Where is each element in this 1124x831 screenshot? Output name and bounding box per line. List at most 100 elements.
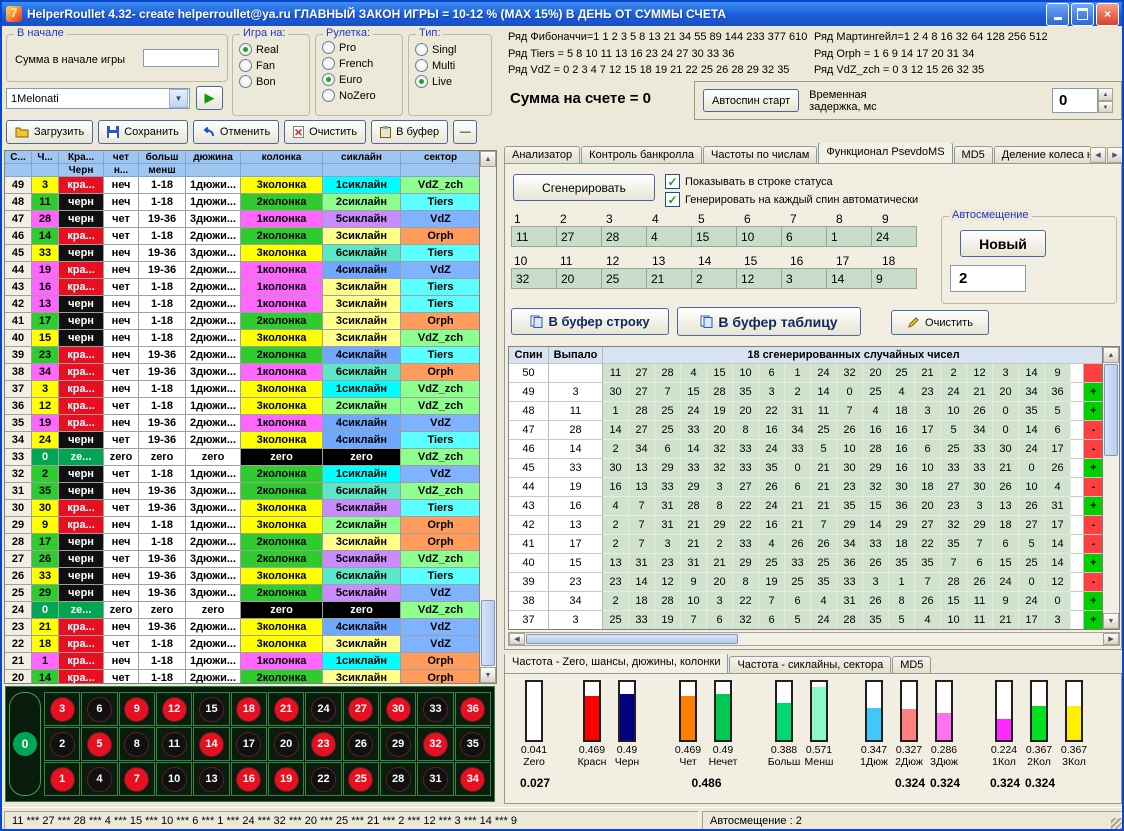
load-button[interactable]: Загрузить — [6, 120, 93, 144]
board-cell-25[interactable]: 25 — [343, 762, 379, 796]
board-cell-28[interactable]: 28 — [380, 762, 416, 796]
tab-scroll-left-icon[interactable]: ◀ — [1090, 147, 1106, 163]
board-cell-23[interactable]: 23 — [305, 727, 341, 761]
copy-to-clipboard-button[interactable]: В буфер — [371, 120, 448, 144]
chart-tab-частота-сиклайны-сектора[interactable]: Частота - сиклайны, сектора — [729, 656, 891, 673]
scroll-thumb[interactable] — [1104, 364, 1118, 456]
generate-button[interactable]: Сгенерировать — [513, 174, 655, 201]
resize-grip[interactable] — [1111, 818, 1124, 831]
board-cell-9[interactable]: 9 — [119, 692, 155, 726]
radio-pro[interactable]: Pro — [322, 41, 396, 54]
board-cell-31[interactable]: 31 — [417, 762, 453, 796]
radio-fan[interactable]: Fan — [239, 59, 303, 72]
tab-контроль-банкролла[interactable]: Контроль банкролла — [581, 146, 702, 163]
board-cell-8[interactable]: 8 — [119, 727, 155, 761]
board-cell-20[interactable]: 20 — [268, 727, 304, 761]
checkbox-generate-each-spin[interactable]: ✓ Генерировать на каждый спин автоматиче… — [665, 192, 918, 207]
board-cell-15[interactable]: 15 — [193, 692, 229, 726]
generated-table-horizontal-scrollbar[interactable]: ◀ ▶ — [508, 632, 1120, 646]
radio-bon[interactable]: Bon — [239, 75, 303, 88]
tab-частоты-по-числам[interactable]: Частоты по числам — [703, 146, 817, 163]
checkbox-show-in-status[interactable]: ✓ Показывать в строке статуса — [665, 174, 833, 189]
scroll-track[interactable] — [1103, 457, 1119, 613]
scroll-down-icon[interactable]: ▼ — [1103, 613, 1119, 629]
generated-table-vertical-scrollbar[interactable]: ▲ ▼ — [1102, 347, 1119, 629]
minimize-button[interactable] — [1046, 3, 1069, 26]
radio-live[interactable]: Live — [415, 75, 485, 88]
chart-tab-частота-zero-шансы-дюжины-колонки[interactable]: Частота - Zero, шансы, дюжины, колонки — [504, 654, 728, 673]
tab-деление-колеса-на[interactable]: Деление колеса на — [994, 146, 1090, 163]
board-cell-22[interactable]: 22 — [305, 762, 341, 796]
radio-french[interactable]: French — [322, 57, 396, 70]
save-button[interactable]: Сохранить — [98, 120, 188, 144]
board-cell-32[interactable]: 32 — [417, 727, 453, 761]
tab-scroll-right-icon[interactable]: ▶ — [1107, 147, 1123, 163]
tab-md5[interactable]: MD5 — [954, 146, 993, 163]
spinner-down-icon[interactable]: ▼ — [1098, 101, 1113, 114]
board-cell-10[interactable]: 10 — [156, 762, 192, 796]
maximize-button[interactable] — [1071, 3, 1094, 26]
scroll-track[interactable] — [739, 633, 1103, 645]
board-cell-11[interactable]: 11 — [156, 727, 192, 761]
play-button[interactable]: ▶ — [196, 86, 223, 110]
history-vertical-scrollbar[interactable]: ▲ ▼ — [479, 151, 496, 683]
preset-combobox[interactable]: 1Melonati ▼ — [6, 88, 190, 109]
tab-функционал-psevdoms[interactable]: Функционал PsevdoMS — [818, 143, 952, 163]
chart-tab-md5[interactable]: MD5 — [892, 656, 931, 673]
radio-multi[interactable]: Multi — [415, 59, 485, 72]
autospin-start-button[interactable]: Автоспин старт — [703, 89, 799, 112]
radio-euro[interactable]: Euro — [322, 73, 396, 86]
board-cell-18[interactable]: 18 — [231, 692, 267, 726]
tab-анализатор[interactable]: Анализатор — [504, 146, 580, 163]
board-cell-34[interactable]: 34 — [455, 762, 491, 796]
board-cell-29[interactable]: 29 — [380, 727, 416, 761]
scroll-down-icon[interactable]: ▼ — [480, 667, 496, 683]
title-bar[interactable]: 7 HelperRoullet 4.32- create helperroull… — [2, 2, 1122, 26]
board-cell-6[interactable]: 6 — [81, 692, 117, 726]
delay-input[interactable] — [1052, 88, 1098, 113]
board-cell-14[interactable]: 14 — [193, 727, 229, 761]
scroll-left-icon[interactable]: ◀ — [509, 633, 525, 645]
board-cell-36[interactable]: 36 — [455, 692, 491, 726]
autoshift-value-input[interactable] — [950, 265, 1026, 292]
board-cell-7[interactable]: 7 — [119, 762, 155, 796]
radio-nozero[interactable]: NoZero — [322, 89, 396, 102]
board-cell-21[interactable]: 21 — [268, 692, 304, 726]
clear-history-button[interactable]: Очистить — [284, 120, 366, 144]
board-cell-12[interactable]: 12 — [156, 692, 192, 726]
board-zero-cell[interactable]: 0 — [9, 692, 41, 796]
board-cell-3[interactable]: 3 — [44, 692, 80, 726]
board-cell-1[interactable]: 1 — [44, 762, 80, 796]
radio-real[interactable]: Real — [239, 43, 303, 56]
close-button[interactable]: × — [1096, 3, 1119, 26]
board-cell-19[interactable]: 19 — [268, 762, 304, 796]
chevron-down-icon[interactable]: ▼ — [169, 89, 188, 108]
undo-button[interactable]: Отменить — [193, 120, 279, 144]
copy-row-to-clipboard-button[interactable]: В буфер строку — [511, 308, 669, 335]
scroll-up-icon[interactable]: ▲ — [480, 151, 496, 167]
board-cell-16[interactable]: 16 — [231, 762, 267, 796]
autoshift-new-button[interactable]: Новый — [960, 230, 1046, 257]
spinner-up-icon[interactable]: ▲ — [1098, 88, 1113, 101]
board-cell-17[interactable]: 17 — [231, 727, 267, 761]
board-cell-30[interactable]: 30 — [380, 692, 416, 726]
board-cell-4[interactable]: 4 — [81, 762, 117, 796]
board-cell-33[interactable]: 33 — [417, 692, 453, 726]
copy-table-to-clipboard-button[interactable]: В буфер таблицу — [677, 307, 861, 336]
board-cell-27[interactable]: 27 — [343, 692, 379, 726]
board-cell-2[interactable]: 2 — [44, 727, 80, 761]
board-cell-24[interactable]: 24 — [305, 692, 341, 726]
board-cell-5[interactable]: 5 — [81, 727, 117, 761]
scroll-thumb[interactable] — [526, 634, 738, 644]
radio-singl[interactable]: Singl — [415, 43, 485, 56]
scroll-track[interactable] — [480, 167, 496, 599]
board-cell-13[interactable]: 13 — [193, 762, 229, 796]
board-cell-35[interactable]: 35 — [455, 727, 491, 761]
scroll-thumb[interactable] — [481, 600, 495, 666]
scroll-up-icon[interactable]: ▲ — [1103, 347, 1119, 363]
scroll-right-icon[interactable]: ▶ — [1103, 633, 1119, 645]
start-sum-input[interactable] — [143, 49, 219, 67]
board-cell-26[interactable]: 26 — [343, 727, 379, 761]
clear-generated-button[interactable]: Очистить — [891, 310, 989, 335]
collapse-button[interactable]: — — [453, 120, 477, 144]
